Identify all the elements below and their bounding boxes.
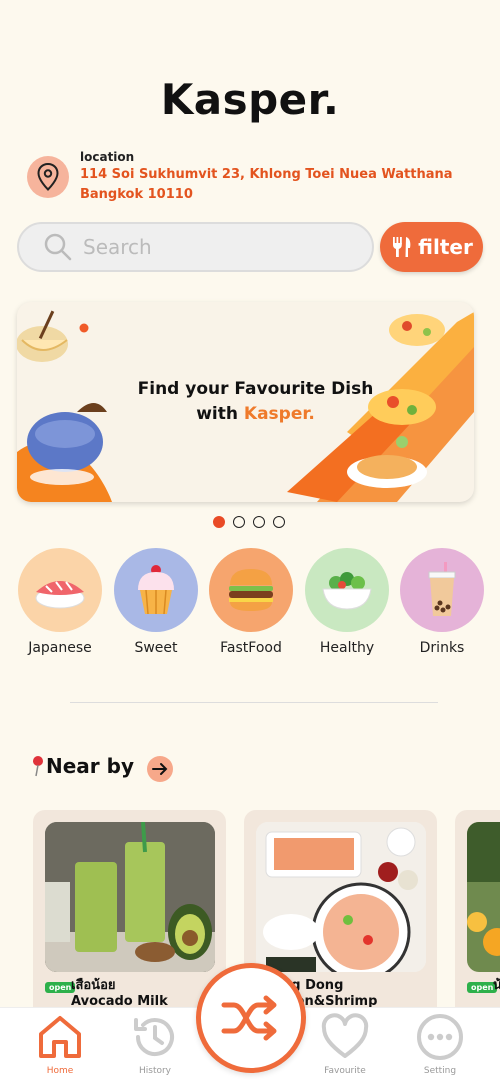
nearby-heading: Near by (30, 754, 134, 778)
burger-icon (209, 548, 293, 632)
category-label: Sweet (134, 640, 178, 656)
banner-line-1: Find your Favourite Dish (137, 379, 374, 399)
nearby-title: Near by (46, 754, 134, 778)
category-sweet[interactable]: Sweet (114, 548, 198, 656)
category-label: Drinks (419, 640, 465, 656)
search-icon (44, 233, 72, 261)
nav-home[interactable]: Home (30, 1012, 90, 1076)
search-input[interactable]: Search (17, 222, 374, 272)
nav-label: History (138, 1066, 172, 1076)
restaurant-name-line-1: น้ (493, 978, 500, 993)
restaurant-photo (467, 822, 500, 972)
heart-icon (321, 1013, 369, 1058)
arrow-right-icon (152, 763, 168, 775)
category-label: Healthy (319, 640, 375, 656)
carousel-dot-3[interactable] (253, 516, 265, 528)
category-japanese[interactable]: Japanese (18, 548, 102, 656)
carousel-dot-4[interactable] (273, 516, 285, 528)
home-icon (39, 1016, 81, 1058)
cupcake-icon (114, 548, 198, 632)
restaurant-card[interactable]: open น้ (455, 810, 500, 1020)
banner-line-2: with Kasper. (37, 402, 474, 427)
location-address[interactable]: 114 Soi Sukhumvit 23, Khlong Toei Nuea W… (80, 165, 480, 205)
map-pin-icon (33, 756, 43, 777)
search-placeholder: Search (83, 235, 152, 259)
restaurant-card[interactable]: open เสือน้อย Avocado Milk (33, 810, 226, 1020)
nav-favourite[interactable]: Favourite (315, 1012, 375, 1076)
category-label: Japanese (28, 640, 92, 656)
nav-label: Setting (423, 1066, 457, 1076)
restaurant-name: เสือน้อย Avocado Milk (71, 978, 168, 1010)
restaurant-name: น้ (493, 978, 500, 994)
carousel-indicator[interactable] (213, 516, 285, 528)
location-pin-icon[interactable] (27, 156, 69, 198)
section-divider (70, 702, 438, 703)
nav-label: Home (46, 1066, 74, 1076)
salad-icon (305, 548, 389, 632)
banner-brand: Kasper. (243, 404, 315, 424)
category-drinks[interactable]: Drinks (400, 548, 484, 656)
category-fastfood[interactable]: FastFood (209, 548, 293, 656)
banner-headline: Find your Favourite Dish with Kasper. (17, 377, 474, 427)
location-label: location (80, 150, 135, 164)
restaurant-photo (45, 822, 215, 972)
nav-label: Favourite (324, 1066, 366, 1076)
banner-line-2-prefix: with (196, 404, 244, 424)
app-title: Kasper. (160, 75, 340, 124)
carousel-dot-1[interactable] (213, 516, 225, 528)
nav-setting[interactable]: Setting (410, 1012, 470, 1076)
history-icon (134, 1018, 174, 1057)
utensils-icon (393, 237, 411, 257)
restaurant-name-line-1: เสือน้อย (71, 978, 116, 993)
carousel-dot-2[interactable] (233, 516, 245, 528)
promo-banner[interactable]: Find your Favourite Dish with Kasper. (17, 302, 474, 502)
category-healthy[interactable]: Healthy (305, 548, 389, 656)
address-line-1: 114 Soi Sukhumvit 23, Khlong Toei Nuea W… (80, 167, 453, 182)
nav-history[interactable]: History (125, 1012, 185, 1076)
restaurant-photo (256, 822, 426, 972)
category-label: FastFood (220, 640, 282, 656)
shuffle-icon (221, 995, 277, 1041)
sushi-icon (18, 548, 102, 632)
more-icon (417, 1014, 463, 1060)
bubble-tea-icon (400, 548, 484, 632)
nearby-see-all-button[interactable] (147, 756, 173, 782)
filter-button[interactable]: filter (380, 222, 483, 272)
address-line-2: Bangkok 10110 (80, 187, 193, 202)
filter-label: filter (418, 235, 473, 259)
shuffle-button[interactable] (196, 963, 306, 1073)
